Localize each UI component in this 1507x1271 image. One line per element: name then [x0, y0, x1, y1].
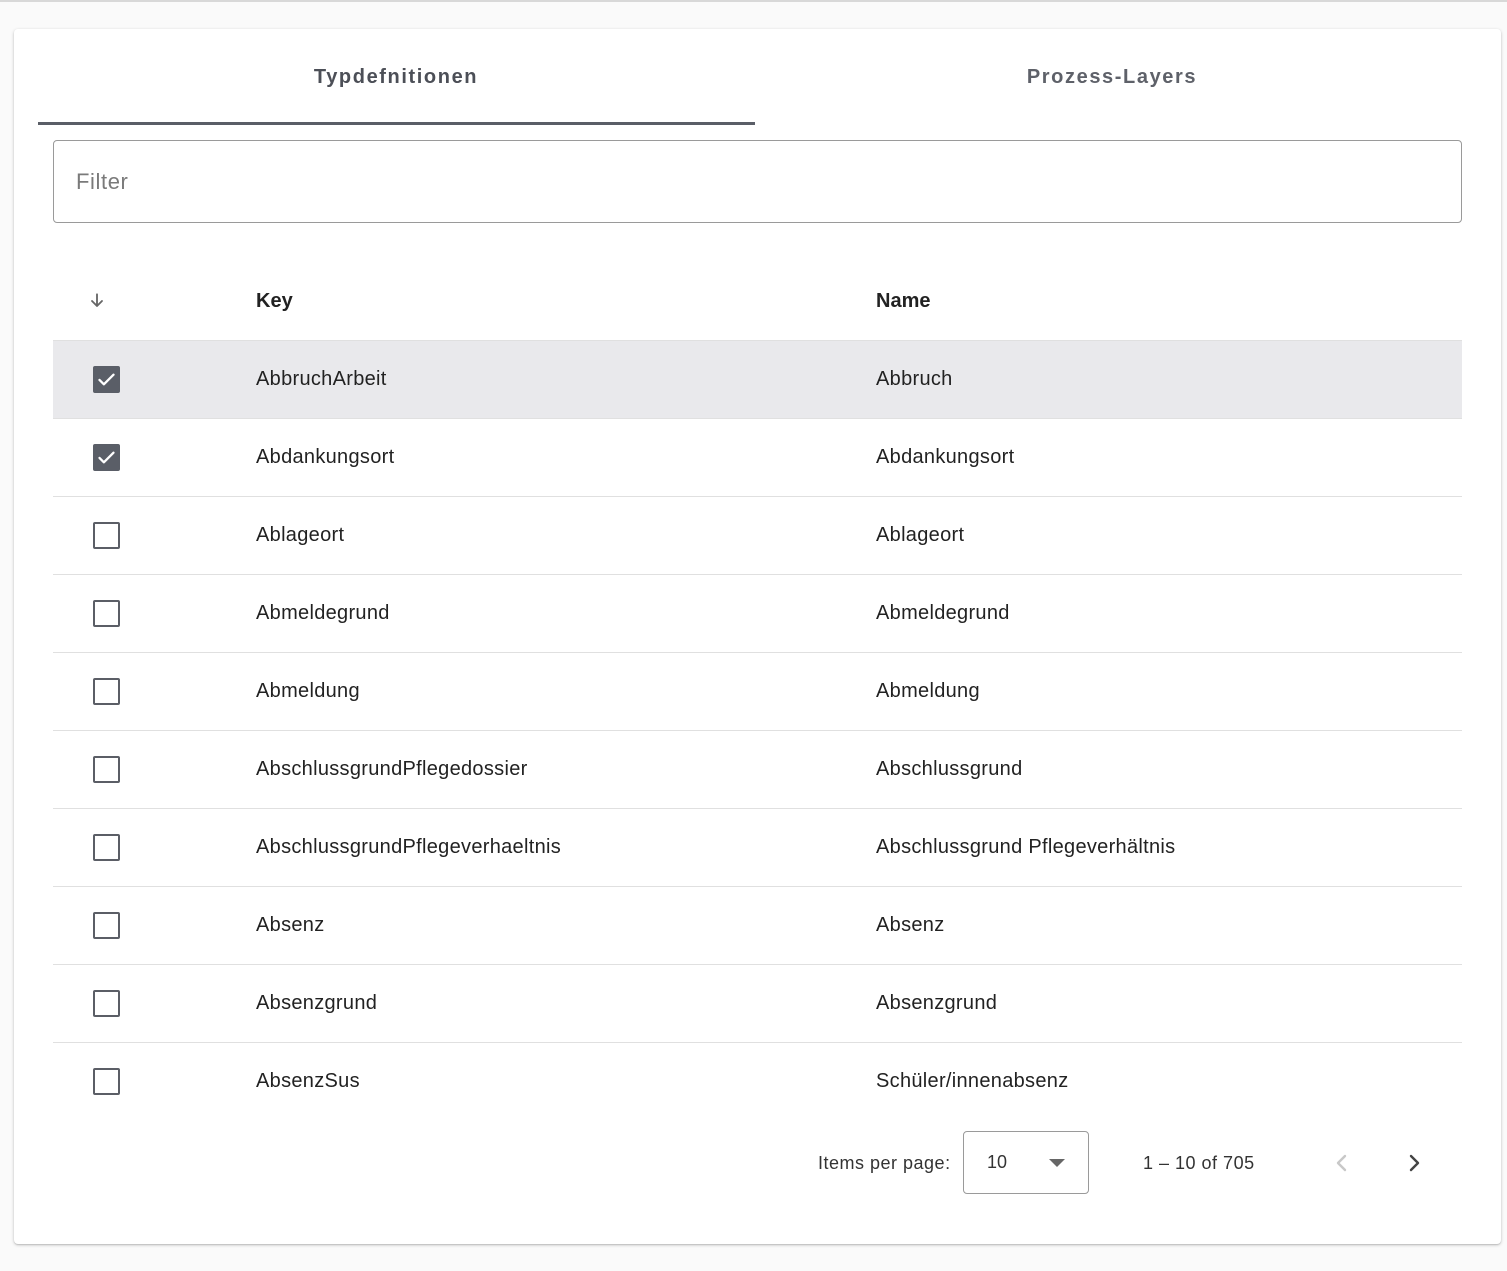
- cell-name: Absenzgrund: [876, 992, 998, 1014]
- tab-prozess-layers[interactable]: Prozess-Layers: [754, 29, 1470, 125]
- cell-name: Abschlussgrund Pflegeverhältnis: [876, 836, 1176, 858]
- main-card: Typdefnitionen Prozess-Layers Key Name A…: [14, 29, 1501, 1244]
- row-checkbox[interactable]: [93, 912, 120, 939]
- top-divider: [0, 0, 1507, 2]
- sort-header[interactable]: [87, 262, 111, 340]
- cell-key: AbbruchArbeit: [256, 368, 387, 390]
- cell-key: Abdankungsort: [256, 446, 395, 468]
- tab-label: Typdefnitionen: [313, 65, 479, 88]
- table-body: AbbruchArbeit Abbruch Abdankungsort Abdanku…: [53, 341, 1462, 1120]
- table-row[interactable]: Ablageort Ablageort: [53, 497, 1462, 575]
- cell-name: Abmeldegrund: [876, 602, 1010, 624]
- cell-name: Abmeldung: [876, 680, 980, 702]
- table-row[interactable]: AbbruchArbeit Abbruch: [53, 341, 1462, 419]
- tab-bar: Typdefnitionen Prozess-Layers: [38, 29, 1474, 125]
- items-per-page-label: Items per page:: [818, 1152, 951, 1173]
- cell-key: AbschlussgrundPflegeverhaeltnis: [256, 836, 562, 858]
- row-checkbox[interactable]: [93, 678, 120, 705]
- chevron-right-icon: [1409, 1154, 1420, 1172]
- cell-name: Absenz: [876, 914, 945, 936]
- table-header-row: Key Name: [53, 262, 1462, 341]
- filter-input[interactable]: [76, 141, 1436, 222]
- range-label: 1 – 10 of 705: [1143, 1152, 1255, 1173]
- table-row[interactable]: AbschlussgrundPflegeverhaeltnis Abschluss…: [53, 809, 1462, 887]
- cell-key: AbschlussgrundPflegedossier: [256, 758, 528, 780]
- chevron-left-icon: [1336, 1154, 1347, 1172]
- row-checkbox[interactable]: [93, 522, 120, 549]
- row-checkbox[interactable]: [93, 756, 120, 783]
- next-page-button[interactable]: [1390, 1139, 1438, 1187]
- column-header-key[interactable]: Key: [256, 262, 293, 340]
- arrow-down-icon: [91, 293, 103, 307]
- cell-name: Abbruch: [876, 368, 953, 390]
- cell-name: Abschlussgrund: [876, 758, 1023, 780]
- previous-page-button[interactable]: [1318, 1139, 1366, 1187]
- row-checkbox[interactable]: [93, 834, 120, 861]
- checkmark-icon: [98, 373, 115, 386]
- cell-name: Abdankungsort: [876, 446, 1015, 468]
- table-row[interactable]: AbschlussgrundPflegedossier Abschlussgrun…: [53, 731, 1462, 809]
- page-size-value: 10: [987, 1152, 1008, 1172]
- table-row[interactable]: AbsenzSus Schüler/innenabsenz: [53, 1043, 1462, 1120]
- paginator: Items per page: 10 1 – 10 of 705: [14, 1131, 1501, 1195]
- tab-label: Prozess-Layers: [1026, 65, 1198, 88]
- cell-key: Ablageort: [256, 524, 345, 546]
- table-row[interactable]: Absenz Absenz: [53, 887, 1462, 965]
- cell-key: Absenz: [256, 914, 325, 936]
- table-row[interactable]: Abmeldegrund Abmeldegrund: [53, 575, 1462, 653]
- active-tab-indicator: [38, 122, 755, 125]
- cell-key: AbsenzSus: [256, 1070, 360, 1092]
- dropdown-arrow-icon: [1049, 1159, 1065, 1167]
- cell-name: Ablageort: [876, 524, 965, 546]
- tab-typdefnitionen[interactable]: Typdefnitionen: [38, 29, 755, 125]
- checkmark-icon: [98, 451, 115, 464]
- cell-key: Abmeldegrund: [256, 602, 390, 624]
- row-checkbox[interactable]: [93, 990, 120, 1017]
- typedef-table: Key Name AbbruchArbeit Abbruch Abdankungso…: [53, 262, 1462, 1120]
- cell-key: Abmeldung: [256, 680, 360, 702]
- row-checkbox[interactable]: [93, 600, 120, 627]
- filter-field[interactable]: [53, 140, 1462, 223]
- table-row[interactable]: Abmeldung Abmeldung: [53, 653, 1462, 731]
- cell-key: Absenzgrund: [256, 992, 378, 1014]
- column-header-name[interactable]: Name: [876, 262, 930, 340]
- row-checkbox[interactable]: [93, 444, 120, 471]
- page-size-select[interactable]: 10: [963, 1131, 1089, 1194]
- cell-name: Schüler/innenabsenz: [876, 1070, 1069, 1092]
- table-row[interactable]: Abdankungsort Abdankungsort: [53, 419, 1462, 497]
- row-checkbox[interactable]: [93, 366, 120, 393]
- table-row[interactable]: Absenzgrund Absenzgrund: [53, 965, 1462, 1043]
- row-checkbox[interactable]: [93, 1068, 120, 1095]
